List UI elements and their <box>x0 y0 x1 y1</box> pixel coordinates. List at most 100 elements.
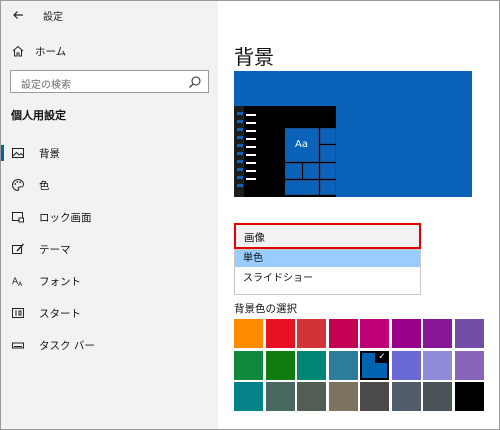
preview-tile <box>320 128 336 144</box>
preview-sample-text: Aa <box>295 139 308 150</box>
main-content: 背景 Aa 画像 単色 スライドショー 背景色の選択 ✓ <box>218 1 499 429</box>
preview-list-line <box>246 162 256 164</box>
search-placeholder: 設定の検索 <box>21 80 71 91</box>
sidebar-item-label: フォント <box>39 275 81 288</box>
dropdown-option-solid-color[interactable]: 単色 <box>235 250 420 267</box>
preview-icon <box>237 160 243 163</box>
sidebar-item-label: スタート <box>39 307 81 320</box>
start-menu-preview: Aa <box>234 106 336 197</box>
preview-icon <box>237 176 243 179</box>
color-swatch[interactable] <box>297 319 326 348</box>
preview-tile <box>320 145 336 162</box>
color-swatch[interactable] <box>455 351 484 380</box>
home-icon <box>12 45 24 57</box>
svg-text:A: A <box>18 281 23 288</box>
sidebar-item-label: ロック画面 <box>39 211 92 224</box>
color-swatch[interactable] <box>266 382 295 411</box>
section-title: 個人用設定 <box>11 109 66 122</box>
app-title: 設定 <box>43 12 63 23</box>
preview-icon <box>237 152 243 155</box>
preview-icon <box>237 184 243 187</box>
preview-taskbar <box>234 106 244 197</box>
preview-list-line <box>246 146 256 148</box>
preview-icon <box>237 120 243 123</box>
color-swatch[interactable] <box>266 351 295 380</box>
lock-screen-icon <box>12 212 24 223</box>
color-swatch[interactable] <box>360 382 389 411</box>
color-swatch[interactable] <box>360 319 389 348</box>
preview-icon <box>237 112 243 115</box>
sidebar-item-theme[interactable]: テーマ <box>1 236 218 262</box>
sidebar-item-background[interactable]: 背景 <box>1 140 218 166</box>
preview-list-line <box>246 130 256 132</box>
color-swatch[interactable] <box>234 319 263 348</box>
preview-list-line <box>246 154 256 156</box>
settings-window: 設定 ホーム 設定の検索 個人用設定 背景 色 ロック画面 テーマ A A フォ… <box>0 0 500 430</box>
color-swatch-grid: ✓ <box>234 319 484 415</box>
theme-brush-icon <box>12 243 24 254</box>
title-bar: 設定 <box>1 1 218 29</box>
taskbar-icon <box>12 342 24 349</box>
color-swatch[interactable] <box>423 382 452 411</box>
color-swatch[interactable] <box>329 351 358 380</box>
color-swatch[interactable] <box>297 382 326 411</box>
search-input[interactable]: 設定の検索 <box>10 70 209 93</box>
sidebar-item-color[interactable]: 色 <box>1 172 218 198</box>
background-preview: Aa <box>234 71 472 197</box>
preview-tile <box>303 163 319 179</box>
color-swatch[interactable] <box>266 319 295 348</box>
page-title: 背景 <box>234 45 274 69</box>
sidebar-item-start[interactable]: スタート <box>1 300 218 326</box>
preview-list-line <box>246 170 256 172</box>
color-swatch[interactable] <box>297 351 326 380</box>
sidebar-item-label: タスク バー <box>39 339 95 352</box>
color-swatch[interactable] <box>329 382 358 411</box>
preview-tile <box>285 163 302 179</box>
preview-tile: Aa <box>285 128 319 162</box>
sidebar-item-label: ホーム <box>35 45 67 58</box>
checkmark-icon: ✓ <box>375 351 389 363</box>
background-type-menu: 単色 スライドショー <box>234 249 421 295</box>
color-swatch[interactable] <box>392 351 421 380</box>
preview-icon <box>237 128 243 131</box>
color-swatch[interactable] <box>423 351 452 380</box>
color-swatch[interactable] <box>234 382 263 411</box>
back-button[interactable] <box>7 4 29 26</box>
color-swatch[interactable] <box>455 382 484 411</box>
color-swatch[interactable] <box>392 382 421 411</box>
sidebar-item-label: 背景 <box>39 147 60 160</box>
color-swatch[interactable] <box>423 319 452 348</box>
preview-list-line <box>246 122 256 124</box>
sidebar-item-taskbar[interactable]: タスク バー <box>1 332 218 358</box>
background-type-dropdown[interactable]: 画像 <box>234 223 421 249</box>
preview-icon <box>237 168 243 171</box>
sidebar-item-home[interactable]: ホーム <box>11 41 66 61</box>
preview-icon <box>237 136 243 139</box>
font-icon: A A <box>12 277 23 288</box>
preview-list-line <box>246 114 256 116</box>
color-swatch[interactable] <box>392 319 421 348</box>
color-swatch[interactable] <box>329 319 358 348</box>
sidebar-item-font[interactable]: A A フォント <box>1 268 218 294</box>
preview-tile <box>320 180 336 195</box>
sidebar-item-label: 色 <box>39 179 50 192</box>
sidebar-item-lock-screen[interactable]: ロック画面 <box>1 204 218 230</box>
color-swatch[interactable] <box>455 319 484 348</box>
picture-icon <box>12 148 24 158</box>
sidebar: 設定 ホーム 設定の検索 個人用設定 背景 色 ロック画面 テーマ A A フォ… <box>1 1 218 429</box>
back-arrow-icon <box>13 11 23 19</box>
sidebar-item-label: テーマ <box>39 243 71 256</box>
preview-icon <box>237 144 243 147</box>
dropdown-option-slideshow[interactable]: スライドショー <box>235 270 420 287</box>
dropdown-selected-value: 画像 <box>244 232 265 244</box>
preview-list-line <box>246 138 256 140</box>
preview-tile <box>285 180 319 195</box>
search-icon <box>189 76 201 88</box>
start-icon <box>12 308 24 318</box>
preview-list-line <box>246 178 256 180</box>
preview-tile <box>320 163 336 179</box>
palette-icon <box>12 178 25 192</box>
color-swatch[interactable] <box>234 351 263 380</box>
color-swatch[interactable]: ✓ <box>360 351 389 380</box>
color-section-label: 背景色の選択 <box>234 303 297 315</box>
